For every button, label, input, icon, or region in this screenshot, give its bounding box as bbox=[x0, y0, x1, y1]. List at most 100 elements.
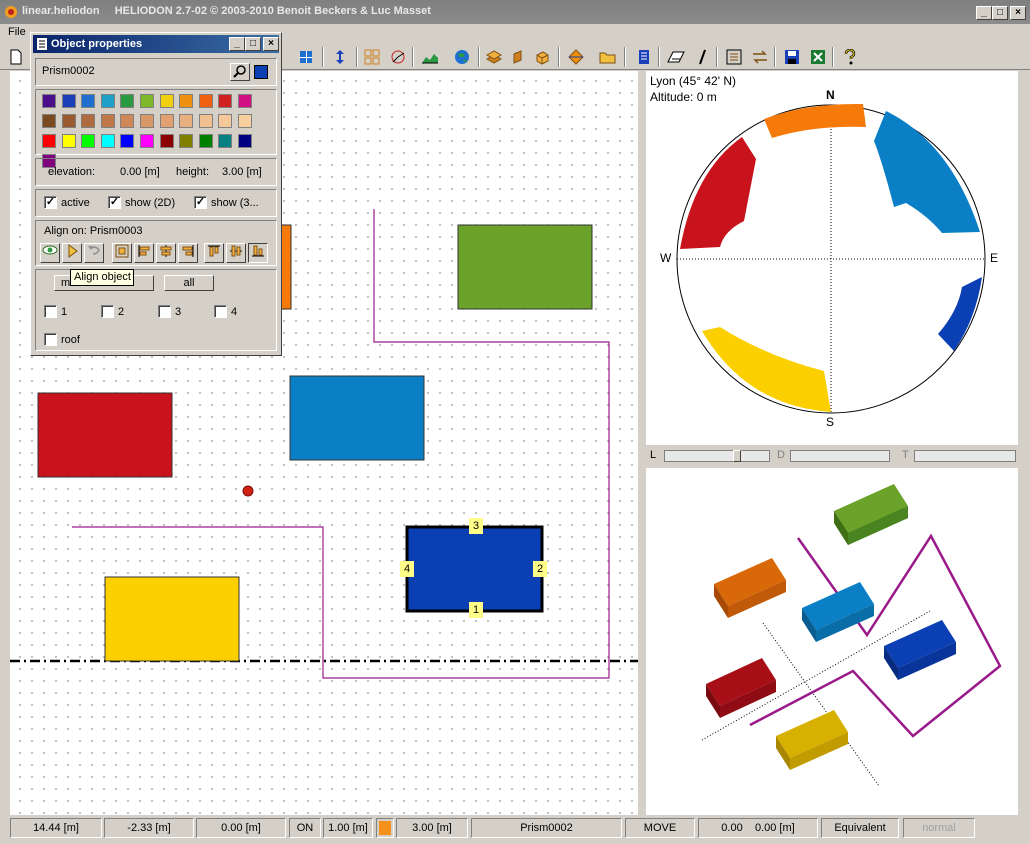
prism-selected-darkblue[interactable] bbox=[405, 525, 544, 613]
palette-swatch[interactable] bbox=[218, 94, 233, 108]
palette-swatch[interactable] bbox=[238, 94, 252, 108]
palette-swatch[interactable] bbox=[100, 114, 115, 128]
palette-swatch[interactable] bbox=[81, 134, 96, 148]
props-maximize-button[interactable]: □ bbox=[245, 37, 261, 51]
menu-file[interactable]: File bbox=[8, 26, 26, 38]
object-color-swatch[interactable] bbox=[254, 65, 268, 79]
prism-blue[interactable] bbox=[289, 375, 425, 461]
open-folder-icon[interactable] bbox=[598, 47, 618, 67]
face-4-checkbox[interactable] bbox=[214, 305, 227, 318]
surface-icon[interactable] bbox=[666, 47, 686, 67]
palette-swatch[interactable] bbox=[218, 114, 233, 128]
3d-canvas[interactable] bbox=[646, 468, 1018, 815]
palette-swatch[interactable] bbox=[140, 94, 154, 108]
props-minimize-button[interactable]: _ bbox=[229, 37, 245, 51]
box3d-darkblue[interactable] bbox=[884, 620, 956, 680]
latitude-slider-thumb[interactable] bbox=[733, 450, 741, 462]
face-2-checkbox[interactable] bbox=[101, 305, 114, 318]
palette-swatch[interactable] bbox=[159, 94, 174, 108]
globe-icon[interactable] bbox=[452, 47, 472, 67]
height-value[interactable]: 3.00 [m] bbox=[222, 166, 262, 178]
vertical-splitter[interactable] bbox=[638, 71, 646, 815]
align-center-h-button[interactable] bbox=[156, 243, 176, 263]
status-projection[interactable]: Equivalent bbox=[821, 818, 899, 838]
sky-dome-chart[interactable] bbox=[646, 71, 1018, 445]
palette-swatch[interactable] bbox=[81, 114, 96, 128]
angle-icon[interactable] bbox=[388, 47, 408, 67]
vertical-move-icon[interactable] bbox=[330, 47, 350, 67]
align-top-button[interactable] bbox=[204, 243, 224, 263]
chart-icon[interactable] bbox=[420, 47, 440, 67]
status-color-swatch[interactable] bbox=[376, 818, 394, 838]
align-bottom-button[interactable] bbox=[248, 243, 268, 263]
help-icon[interactable] bbox=[840, 47, 860, 67]
play-button[interactable] bbox=[62, 243, 82, 263]
grid-icon[interactable] bbox=[362, 47, 382, 67]
status-grid[interactable]: 1.00 [m] bbox=[323, 818, 373, 838]
props-close-button[interactable]: × bbox=[263, 37, 279, 51]
time-slider[interactable] bbox=[914, 450, 1016, 462]
close-button[interactable]: × bbox=[1010, 6, 1026, 20]
edge-label-1[interactable]: 1 bbox=[469, 602, 483, 618]
active-checkbox[interactable]: ✓ bbox=[44, 196, 57, 209]
palette-swatch[interactable] bbox=[81, 94, 96, 108]
edge-label-4[interactable]: 4 bbox=[400, 561, 414, 577]
maximize-button[interactable]: □ bbox=[992, 6, 1008, 20]
all-button[interactable]: all bbox=[164, 275, 214, 291]
palette-swatch[interactable] bbox=[42, 114, 56, 128]
excel-export-icon[interactable] bbox=[808, 47, 828, 67]
align-left-button[interactable] bbox=[134, 243, 154, 263]
box3d-yellow[interactable] bbox=[776, 710, 848, 770]
window-tile-icon[interactable] bbox=[296, 47, 316, 67]
slant-icon[interactable] bbox=[692, 47, 712, 67]
palette-swatch[interactable] bbox=[42, 94, 56, 108]
box3d-green[interactable] bbox=[834, 484, 908, 545]
palette-swatch[interactable] bbox=[159, 134, 174, 148]
palette-swatch[interactable] bbox=[238, 114, 252, 128]
align-middle-v-button[interactable] bbox=[226, 243, 246, 263]
save-icon[interactable] bbox=[782, 47, 802, 67]
palette-swatch[interactable] bbox=[179, 114, 194, 128]
elevation-value[interactable]: 0.00 [m] bbox=[120, 166, 160, 178]
palette-swatch[interactable] bbox=[100, 134, 115, 148]
calculator-icon[interactable] bbox=[724, 47, 744, 67]
box3d-orange[interactable] bbox=[714, 558, 786, 618]
new-file-icon[interactable] bbox=[6, 47, 26, 67]
palette-swatch[interactable] bbox=[198, 134, 213, 148]
layers-icon[interactable] bbox=[484, 47, 504, 67]
roof-checkbox[interactable] bbox=[44, 333, 57, 346]
palette-swatch[interactable] bbox=[198, 114, 213, 128]
latitude-slider[interactable] bbox=[664, 450, 770, 462]
palette-swatch[interactable] bbox=[198, 94, 213, 108]
box-icon[interactable] bbox=[532, 47, 552, 67]
palette-swatch[interactable] bbox=[61, 134, 76, 148]
face-1-checkbox[interactable] bbox=[44, 305, 57, 318]
show-3d-checkbox[interactable]: ✓ bbox=[194, 196, 207, 209]
palette-swatch[interactable] bbox=[238, 134, 252, 148]
palette-swatch[interactable] bbox=[120, 134, 135, 148]
edge-label-3[interactable]: 3 bbox=[469, 518, 483, 534]
palette-swatch[interactable] bbox=[120, 114, 135, 128]
palette-swatch[interactable] bbox=[100, 94, 115, 108]
palette-swatch[interactable] bbox=[159, 114, 174, 128]
status-snap[interactable]: ON bbox=[289, 818, 321, 838]
minimize-button[interactable]: _ bbox=[976, 6, 992, 20]
palette-swatch[interactable] bbox=[42, 134, 56, 148]
palette-swatch[interactable] bbox=[61, 94, 76, 108]
palette-swatch[interactable] bbox=[179, 94, 194, 108]
sun-position-marker[interactable] bbox=[242, 485, 254, 497]
palette-swatch[interactable] bbox=[140, 114, 154, 128]
center-align-button[interactable] bbox=[112, 243, 132, 263]
prism-red[interactable] bbox=[37, 392, 173, 478]
palette-swatch[interactable] bbox=[120, 94, 135, 108]
face-3-checkbox[interactable] bbox=[158, 305, 171, 318]
prism-green[interactable] bbox=[457, 224, 593, 310]
show-2d-checkbox[interactable]: ✓ bbox=[108, 196, 121, 209]
zoom-object-button[interactable] bbox=[230, 63, 250, 81]
status-view[interactable]: normal bbox=[903, 818, 975, 838]
undo-button[interactable] bbox=[84, 243, 104, 263]
palette-swatch[interactable] bbox=[61, 114, 76, 128]
swap-icon[interactable] bbox=[750, 47, 770, 67]
palette-swatch[interactable] bbox=[218, 134, 233, 148]
3d-view-panel[interactable] bbox=[646, 468, 1018, 815]
